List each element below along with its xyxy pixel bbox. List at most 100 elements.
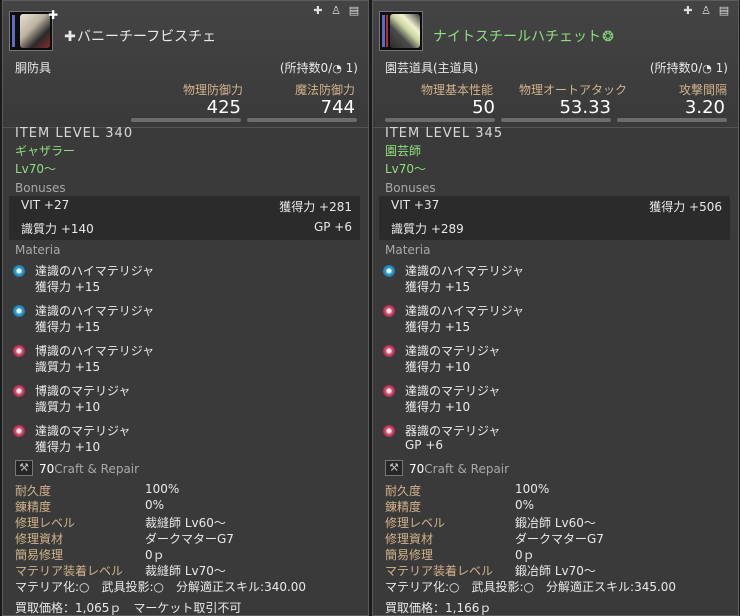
materia-slot-icon	[383, 385, 395, 397]
materia-heading: Materia	[385, 243, 431, 257]
plus-icon: ✚	[47, 8, 58, 22]
pin-icon[interactable]: ✚	[682, 5, 694, 17]
craft-repair-icon: ⚒	[385, 460, 403, 476]
durability-label: 耐久度	[385, 484, 422, 498]
level-requirement: Lv70～	[385, 162, 427, 176]
item-icon: ✚	[9, 8, 58, 51]
spiritbond-value: 0%	[515, 498, 535, 512]
stat-label-physical-damage: 物理基本性能	[420, 83, 493, 97]
stat-bar	[617, 118, 727, 122]
tooltip-actions: ✚ ♙ ▤	[682, 5, 730, 17]
spiritbond-label: 錬精度	[385, 500, 422, 514]
materia-stat: 獲得力 +15	[405, 320, 471, 334]
materia-name: 博識のハイマテリジャ	[35, 344, 155, 358]
materia-slot-icon	[383, 305, 395, 317]
cabinet-icon[interactable]: ▤	[718, 5, 730, 17]
item-flags: マテリア化:○ 武具投影:○ 分解適正スキル:345.00	[385, 580, 677, 594]
materia-slot-icon	[13, 345, 25, 357]
stat-value-physical-damage: 50	[472, 97, 495, 118]
held-count: (所持数0/◔ 1)	[279, 61, 358, 75]
materia-heading: Materia	[15, 243, 61, 257]
stat-value-delay: 3.20	[684, 97, 725, 118]
quick-repair-label: 簡易修理	[15, 548, 64, 562]
craft-repair-icon: ⚒	[15, 460, 33, 476]
repair-material-label: 修理資材	[15, 532, 64, 546]
materia-name: 達識のマテリジャ	[405, 384, 501, 398]
materia-name: 達識のハイマテリジャ	[405, 264, 525, 278]
pin-icon[interactable]: ✚	[312, 5, 324, 17]
held-count: (所持数0/◔ 1)	[649, 61, 728, 75]
materia-name: 達識のハイマテリジャ	[35, 304, 155, 318]
item-level: ITEM LEVEL 345	[385, 126, 504, 141]
bonus-stat: 識質力 +289	[391, 222, 464, 236]
job-requirement: 園芸師	[385, 144, 422, 158]
bonus-stat: 獲得力 +506	[649, 200, 722, 214]
repair-level-value: 鍛冶師 Lv60～	[515, 516, 596, 530]
materia-slot-icon	[13, 265, 25, 277]
item-name: ✚バニーチーフビスチェ	[63, 26, 216, 46]
tooltip-actions: ✚ ♙ ▤	[312, 5, 360, 17]
repair-material-value: ダークマターG7	[515, 532, 604, 546]
materia-slot-icon	[383, 425, 395, 437]
materia-name: 器識のマテリジャ	[405, 424, 501, 438]
stat-value-physical-defense: 425	[206, 97, 241, 118]
level-requirement: Lv70～	[15, 162, 57, 176]
quick-repair-label: 簡易修理	[385, 548, 434, 562]
stat-bar	[131, 118, 241, 122]
materia-stat: 識質力 +15	[35, 360, 101, 374]
item-name: ナイトスチールハチェット❂	[433, 26, 615, 46]
craft-repair-heading: 70Craft & Repair	[409, 462, 510, 476]
quick-repair-value: 0ｐ	[515, 548, 535, 562]
materia-stat: 獲得力 +15	[35, 320, 101, 334]
bonuses-heading: Bonuses	[385, 181, 436, 195]
materia-slot-icon	[13, 305, 25, 317]
materia-slot-icon	[383, 265, 395, 277]
bonuses-heading: Bonuses	[15, 181, 66, 195]
item-category: 園芸道具(主道具)	[385, 61, 479, 75]
materia-melding-label: マテリア装着レベル	[15, 564, 124, 578]
swirl-icon: ◔	[702, 62, 712, 75]
durability-value: 100%	[515, 482, 550, 496]
stat-bar	[385, 118, 495, 122]
materia-stat: 獲得力 +10	[405, 360, 471, 374]
item-flags: マテリア化:○ 武具投影:○ 分解適正スキル:340.00	[15, 580, 307, 594]
materia-name: 達識のマテリジャ	[35, 424, 131, 438]
stat-label-magic-defense: 魔法防御力	[294, 83, 355, 97]
materia-stat: 獲得力 +10	[35, 440, 101, 454]
materia-name: 達識のマテリジャ	[405, 344, 501, 358]
bonus-stat: 識質力 +140	[21, 222, 94, 236]
cross-icon: ✚	[64, 29, 76, 45]
craft-repair-heading: 70Craft & Repair	[39, 462, 140, 476]
quick-repair-value: 0ｐ	[145, 548, 165, 562]
stat-value-auto-attack: 53.33	[559, 97, 611, 118]
repair-level-label: 修理レベル	[15, 516, 76, 530]
item-level: ITEM LEVEL 340	[15, 126, 134, 141]
bustier-icon	[20, 14, 50, 48]
materia-stat: 獲得力 +15	[35, 280, 101, 294]
bonus-stat: VIT +27	[21, 198, 70, 212]
materia-stat: 獲得力 +10	[405, 400, 471, 414]
materia-slot-icon	[383, 345, 395, 357]
item-category: 胴防具	[15, 61, 52, 75]
spiritbond-label: 錬精度	[15, 500, 52, 514]
materia-stat: 獲得力 +15	[405, 280, 471, 294]
item-type-row: 園芸道具(主道具) (所持数0/◔ 1)	[385, 59, 728, 76]
gauntlet-icon[interactable]: ♙	[700, 5, 712, 17]
materia-name: 博識のマテリジャ	[35, 384, 131, 398]
stat-bar	[501, 118, 611, 122]
swirl-icon: ◔	[332, 62, 342, 75]
materia-name: 達識のハイマテリジャ	[35, 264, 155, 278]
materia-stat: GP +6	[405, 438, 444, 452]
repair-level-label: 修理レベル	[385, 516, 446, 530]
item-name-text: ナイトスチールハチェット	[433, 29, 601, 45]
stat-label-auto-attack: 物理オートアタック	[518, 83, 627, 97]
sell-price: 買取価格：1,166ｐ	[385, 601, 492, 615]
materia-stat: 識質力 +10	[35, 400, 101, 414]
repair-material-label: 修理資材	[385, 532, 434, 546]
durability-label: 耐久度	[15, 484, 52, 498]
materia-melding-value: 鍛冶師 Lv70～	[515, 564, 596, 578]
bonus-stat: 獲得力 +281	[279, 200, 352, 214]
cabinet-icon[interactable]: ▤	[348, 5, 360, 17]
gauntlet-icon[interactable]: ♙	[330, 5, 342, 17]
hatchet-icon	[390, 14, 420, 48]
